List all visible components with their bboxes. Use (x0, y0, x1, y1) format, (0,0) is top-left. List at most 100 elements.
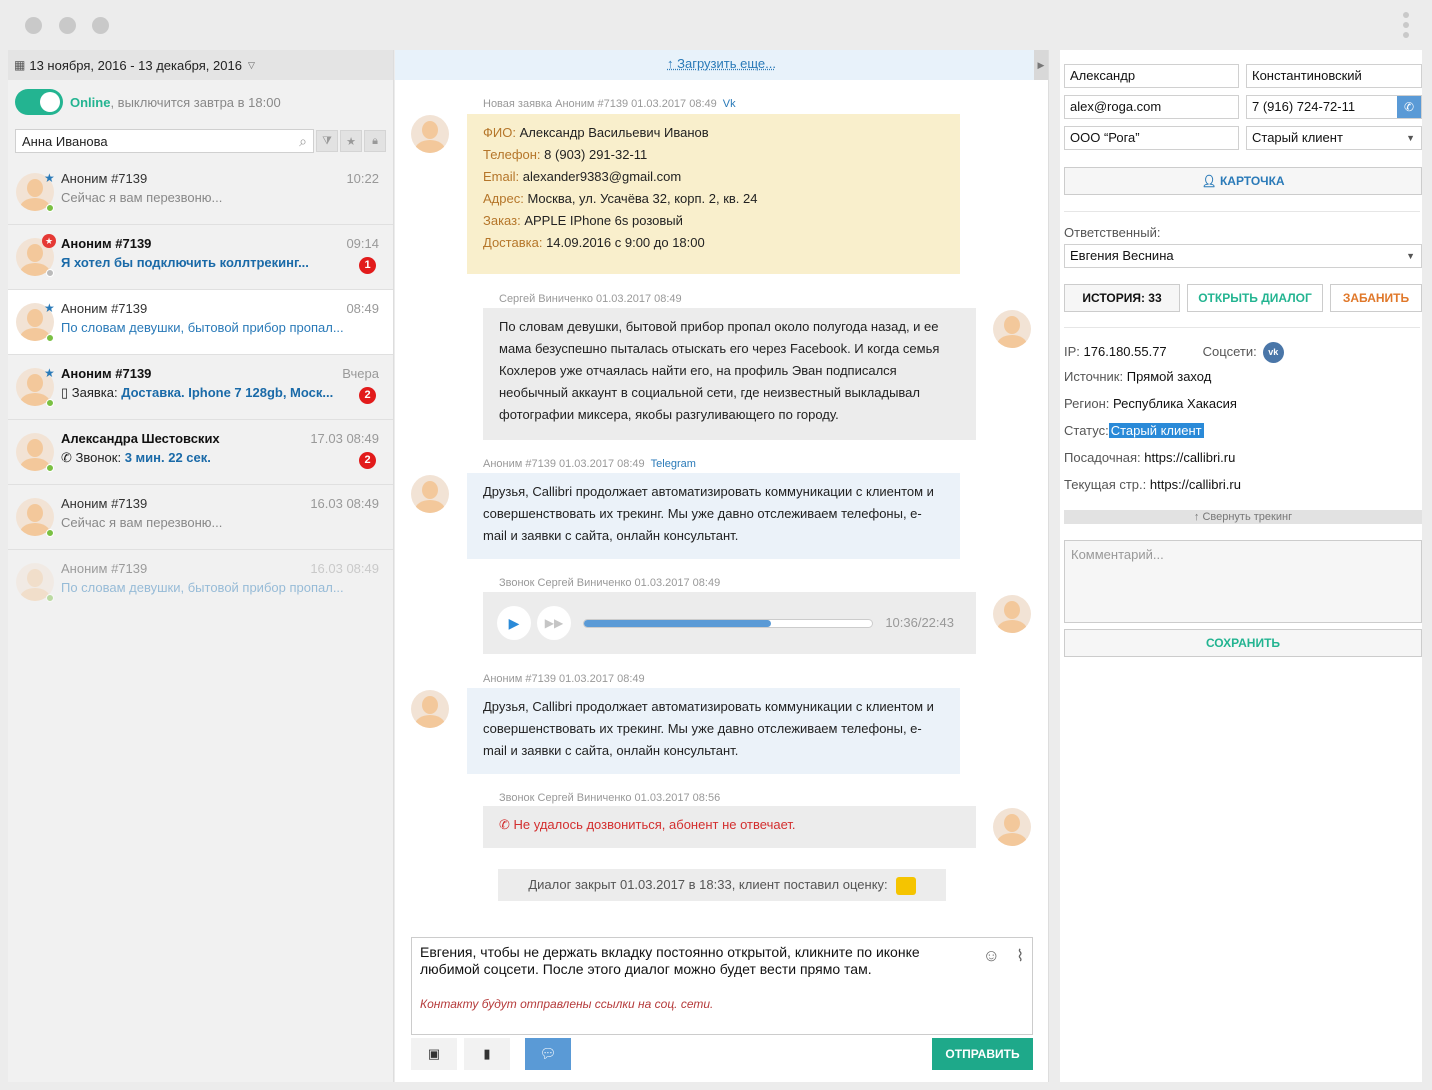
phone-field[interactable]: 7 (916) 724-72-11 ✆ (1246, 95, 1422, 119)
lead-key: Телефон: (483, 147, 541, 162)
source-value: Прямой заход (1126, 369, 1212, 384)
phone-icon: ✆ (499, 817, 514, 832)
last-name-field[interactable]: Константиновский (1246, 64, 1422, 88)
contact-name: Аноним #7139 (61, 366, 152, 381)
date-range-picker[interactable]: ▦ 13 ноября, 2016 - 13 декабря, 2016 ▽ (8, 50, 393, 80)
contact-list: ★ Аноним #7139 10:22 Сейчас я вам перезв… (8, 160, 393, 615)
comment-textarea[interactable]: Комментарий... (1064, 540, 1422, 623)
online-dot-icon (46, 594, 54, 602)
window-close-dot[interactable] (25, 17, 42, 34)
more-menu-icon[interactable] (1402, 12, 1410, 42)
call-recording-player: ▶ ▶▶ 10:36/22:43 (483, 592, 976, 654)
landing-value: https://callibri.ru (1144, 450, 1236, 465)
open-dialog-button[interactable]: ОТКРЫТЬ ДИАЛОГ (1187, 284, 1323, 312)
load-more-link[interactable]: ↑ Загрузить еще... (395, 50, 1048, 80)
search-icon[interactable]: ⌕ (299, 133, 307, 150)
message-composer[interactable]: Евгения, чтобы не держать вкладку постоя… (411, 937, 1033, 1035)
bookmark-icon[interactable]: ▮ (464, 1038, 510, 1070)
missed-call-text: Не удалось дозвониться, абонент не отвеч… (513, 817, 796, 832)
region-row: Регион: Республика Хакасия (1064, 396, 1237, 411)
avatar (993, 310, 1031, 348)
client-message: Друзья, Callibri продолжает автоматизиро… (467, 688, 960, 774)
current-page-label: Текущая стр.: (1064, 477, 1147, 492)
source-row: Источник: Прямой заход (1064, 369, 1211, 384)
emoji-icon[interactable]: ☺ (983, 946, 1000, 966)
contact-time: Вчера (342, 366, 379, 381)
card-label: КАРТОЧКА (1219, 174, 1285, 188)
play-icon[interactable]: ▶ (497, 606, 531, 640)
contact-item[interactable]: Аноним #7139 16.03 08:49 Сейчас я вам пе… (8, 485, 393, 550)
lead-value: APPLE IPhone 6s розовый (524, 213, 683, 228)
collapse-tracking-link[interactable]: ↑ Свернуть трекинг (1064, 510, 1422, 524)
online-dot-icon (46, 399, 54, 407)
operator-message: По словам девушки, бытовой прибор пропал… (483, 308, 976, 440)
filter-icon[interactable]: ⧩ (316, 130, 338, 152)
ban-button[interactable]: ЗАБАНИТЬ (1330, 284, 1422, 312)
status-label: Статус: (1064, 423, 1109, 438)
message-meta: Новая заявка Аноним #7139 01.03.2017 08:… (483, 98, 736, 110)
online-toggle[interactable] (15, 89, 63, 115)
message-meta: Аноним #7139 01.03.2017 08:49 (483, 673, 645, 685)
lead-row: Адрес: Москва, ул. Усачёва 32, корп. 2, … (483, 188, 944, 210)
collapse-panel-icon[interactable]: ▶ (1034, 50, 1048, 80)
contact-item-active[interactable]: ★ Аноним #7139 08:49 По словам девушки, … (8, 290, 393, 355)
date-range-text: 13 ноября, 2016 - 13 декабря, 2016 (29, 57, 242, 73)
first-name-field[interactable]: Александр (1064, 64, 1239, 88)
save-draft-icon[interactable]: ▣ (411, 1038, 457, 1070)
contact-preview: Сейчас я вам перезвоню... (61, 515, 223, 530)
contact-time: 16.03 08:49 (310, 496, 379, 511)
paperclip-icon[interactable]: ⌇ (1016, 946, 1024, 966)
contact-item[interactable]: Александра Шестовских 17.03 08:49 ✆ Звон… (8, 420, 393, 485)
contact-name: Аноним #7139 (61, 171, 148, 186)
load-more-text: ↑ Загрузить еще... (667, 56, 776, 71)
chevron-down-icon: ▼ (1406, 133, 1415, 143)
region-label: Регион: (1064, 396, 1110, 411)
preview-text: 3 мин. 22 сек. (124, 450, 211, 465)
client-info-panel: Александр Константиновский alex@roga.com… (1060, 50, 1422, 1082)
message-meta: Звонок Сергей Виниченко 01.03.2017 08:56 (499, 792, 721, 804)
contact-item[interactable]: ★ Аноним #7139 09:14 Я хотел бы подключи… (8, 225, 393, 290)
save-comment-button[interactable]: СОХРАНИТЬ (1064, 629, 1422, 657)
star-filter-icon[interactable]: ★ (340, 130, 362, 152)
chat-panel: ↑ Загрузить еще... ▶ Новая заявка Аноним… (395, 50, 1049, 1082)
contact-time: 08:49 (346, 301, 379, 316)
contact-item[interactable]: ★ Аноним #7139 10:22 Сейчас я вам перезв… (8, 160, 393, 225)
closed-text: Диалог закрыт 01.03.2017 в 18:33, клиент… (528, 877, 888, 892)
responsible-select[interactable]: Евгения Веснина ▼ (1064, 244, 1422, 268)
search-value: Анна Иванова (22, 133, 108, 149)
contact-search-input[interactable]: Анна Иванова ⌕ (15, 129, 314, 153)
thumbs-up-icon (895, 876, 916, 895)
fast-forward-icon[interactable]: ▶▶ (537, 606, 571, 640)
status-row: Статус: Старый клиент (1064, 423, 1204, 438)
online-dot-icon (46, 204, 54, 212)
lead-value: 14.09.2016 с 9:00 до 18:00 (546, 235, 705, 250)
contact-time: 09:14 (346, 236, 379, 251)
client-type-value: Старый клиент (1252, 130, 1343, 145)
playback-progress[interactable] (583, 619, 873, 628)
window-minimize-dot[interactable] (59, 17, 76, 34)
contact-name: Аноним #7139 (61, 236, 152, 251)
email-field[interactable]: alex@roga.com (1064, 95, 1239, 119)
history-button[interactable]: ИСТОРИЯ: 33 (1064, 284, 1180, 312)
lead-value: Александр Васильевич Иванов (519, 125, 709, 140)
chat-bubble-icon[interactable]: 💬︎ (525, 1038, 571, 1070)
contact-item[interactable]: Аноним #7139 16.03 08:49 По словам девуш… (8, 550, 393, 615)
card-button[interactable]: 👤︎ КАРТОЧКА (1064, 167, 1422, 195)
lead-value: alexander9383@gmail.com (522, 169, 682, 184)
lead-row: ФИО: Александр Васильевич Иванов (483, 122, 944, 144)
contact-time: 17.03 08:49 (310, 431, 379, 446)
responsible-label: Ответственный: (1064, 225, 1161, 240)
lock-icon[interactable]: 🔒︎ (364, 130, 386, 152)
message-meta: Звонок Сергей Виниченко 01.03.2017 08:49 (499, 577, 721, 589)
vk-icon[interactable]: vk (1262, 342, 1284, 363)
send-button[interactable]: ОТПРАВИТЬ (932, 1038, 1033, 1070)
contact-preview: ▯ Заявка: Доставка. Iphone 7 128gb, Моск… (61, 385, 361, 401)
contact-item[interactable]: ★ Аноним #7139 Вчера ▯ Заявка: Доставка.… (8, 355, 393, 420)
star-icon: ★ (44, 301, 55, 315)
client-type-select[interactable]: Старый клиент ▼ (1246, 126, 1422, 150)
call-phone-icon[interactable]: ✆ (1397, 96, 1421, 118)
company-field[interactable]: ООО “Рога” (1064, 126, 1239, 150)
lead-row: Заказ: APPLE IPhone 6s розовый (483, 210, 944, 232)
unread-badge: 2 (359, 387, 376, 404)
window-maximize-dot[interactable] (92, 17, 109, 34)
